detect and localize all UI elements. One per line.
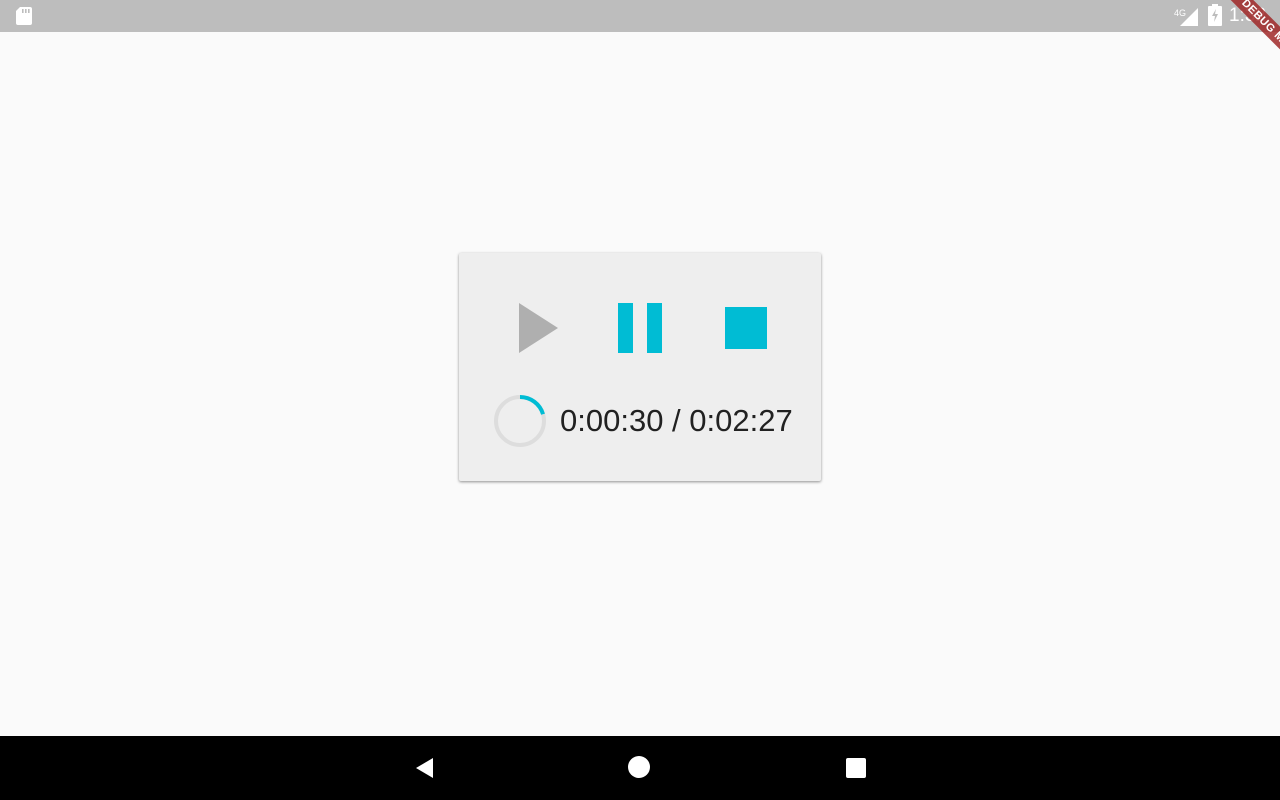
play-icon <box>519 303 558 353</box>
back-icon <box>416 758 433 778</box>
home-icon <box>628 756 650 778</box>
navigation-bar <box>0 736 1280 800</box>
audio-player-card: 0:00:30 / 0:02:27 <box>459 253 821 481</box>
pause-button[interactable] <box>608 296 672 360</box>
back-button[interactable] <box>413 756 437 780</box>
recent-apps-button[interactable] <box>844 756 868 780</box>
status-clock: 1:32 <box>1229 5 1266 26</box>
recent-apps-icon <box>846 758 866 778</box>
playback-time: 0:00:30 / 0:02:27 <box>560 403 793 438</box>
sd-card-icon <box>16 7 32 25</box>
status-bar: 4G 1:32 <box>0 0 1280 32</box>
home-button[interactable] <box>627 756 651 780</box>
pause-icon <box>618 303 662 353</box>
stop-icon <box>725 307 767 349</box>
cell-signal-icon: 4G <box>1174 6 1200 26</box>
battery-charging-icon <box>1208 4 1222 26</box>
stop-button[interactable] <box>714 296 778 360</box>
network-type-label: 4G <box>1174 8 1186 18</box>
progress-indicator <box>494 395 546 447</box>
play-button[interactable] <box>506 296 570 360</box>
